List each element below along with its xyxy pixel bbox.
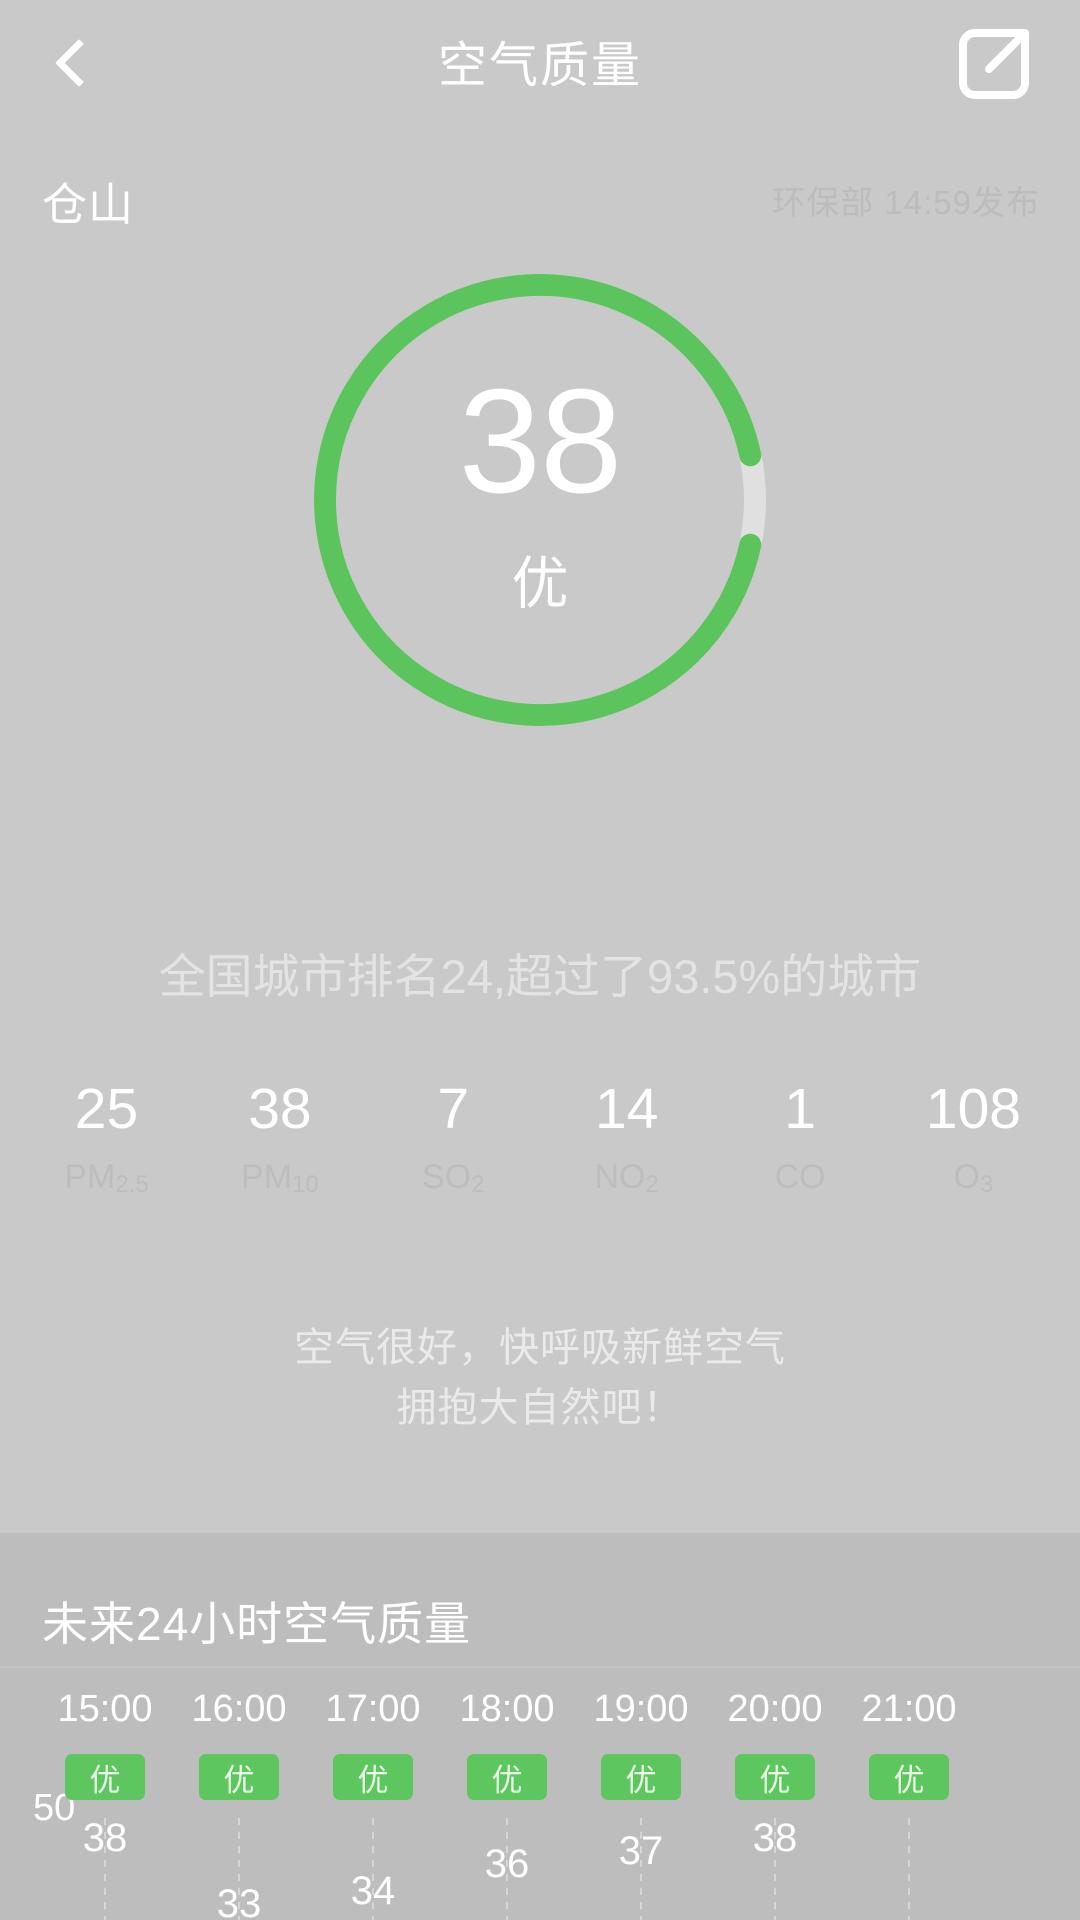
forecast-level-text: 优	[89, 1762, 121, 1798]
forecast-level-badge: 优	[199, 1754, 279, 1800]
pollutant-item: 25 PM2.5	[20, 1077, 193, 1198]
pollutant-label: PM2.5	[64, 1157, 149, 1198]
advice-line-2: 拥抱大自然吧！	[396, 1386, 684, 1430]
forecast-title: 未来24小时空气质量	[42, 1598, 472, 1650]
forecast-aqi-value: 33	[216, 1882, 262, 1920]
forecast-level-badge: 优	[869, 1754, 949, 1800]
aqi-gauge-center: 38 优	[265, 248, 815, 753]
pollutant-item: 38 PM10	[193, 1077, 366, 1198]
advice-line-1: 空气很好，快呼吸新鲜空气	[294, 1326, 786, 1370]
forecast-hour-label: 18:00	[459, 1688, 555, 1730]
pollutant-item: 14 NO2	[540, 1077, 713, 1198]
pollutant-item: 1 CO	[714, 1077, 887, 1197]
city-row: 仓山 环保部 14:59发布	[0, 168, 1080, 232]
advice-text: 空气很好，快呼吸新鲜空气 拥抱大自然吧！	[0, 1318, 1080, 1438]
forecast-level-badge: 优	[467, 1754, 547, 1800]
forecast-aqi-value: 38	[752, 1816, 798, 1860]
pollutant-label: CO	[774, 1157, 826, 1196]
external-link-icon	[959, 29, 1029, 99]
pollutant-value: 1	[784, 1077, 816, 1141]
air-quality-screen: 空气质量 仓山 环保部 14:59发布 38 优 全国城市排名24,超过了93.…	[0, 0, 1080, 1920]
forecast-level-badge: 优	[735, 1754, 815, 1800]
chart-gridline	[908, 1818, 910, 1920]
pollutant-label: O3	[953, 1157, 994, 1198]
pollutant-item: 7 SO2	[367, 1077, 540, 1198]
aqi-level: 优	[511, 551, 569, 616]
forecast-level-text: 优	[893, 1762, 925, 1798]
share-button[interactable]	[944, 14, 1044, 114]
forecast-hour-label: 20:00	[727, 1688, 823, 1730]
pollutant-value: 38	[248, 1077, 312, 1141]
pollutant-value: 7	[437, 1077, 470, 1141]
forecast-aqi-value: 34	[350, 1868, 396, 1913]
publisher-time: 环保部 14:59发布	[772, 184, 1040, 221]
forecast-aqi-value: 36	[484, 1842, 530, 1887]
forecast-level-text: 优	[357, 1762, 389, 1798]
city-name[interactable]: 仓山	[42, 168, 134, 233]
pollutant-value: 108	[925, 1077, 1021, 1141]
forecast-section: 未来24小时空气质量 50 15:00 优 38 16:00 优 33 17:00 优 34 18…	[0, 1533, 1080, 1920]
top-bar: 空气质量	[0, 0, 1080, 125]
forecast-level-badge: 优	[65, 1754, 145, 1800]
pollutant-value: 25	[74, 1077, 139, 1141]
forecast-aqi-value: 37	[618, 1829, 664, 1874]
forecast-level-text: 优	[625, 1762, 657, 1798]
pollutant-value: 14	[594, 1077, 659, 1141]
pollutant-item: 108 O3	[887, 1077, 1060, 1198]
pollutant-label: PM10	[241, 1157, 319, 1198]
forecast-level-text: 优	[759, 1762, 791, 1798]
page-title: 空气质量	[437, 39, 642, 93]
forecast-hour-label: 19:00	[593, 1688, 689, 1730]
forecast-level-text: 优	[491, 1762, 523, 1798]
hourly-forecast-row[interactable]: 15:00 优 38 16:00 优 33 17:00 优 34 18:00 优 36 19:00 优 37…	[0, 1668, 1080, 1920]
forecast-level-badge: 优	[601, 1754, 681, 1800]
forecast-hour-label: 15:00	[57, 1688, 153, 1730]
forecast-hour-label: 17:00	[325, 1688, 421, 1730]
city-rank-text: 全国城市排名24,超过了93.5%的城市	[158, 950, 922, 1003]
forecast-hour-label: 21:00	[861, 1688, 957, 1730]
pollutant-label: NO2	[594, 1157, 659, 1198]
aqi-gauge: 38 优	[265, 248, 815, 753]
pollutant-list: 25 PM2.5 38 PM10 7 SO2 14 NO2 1 CO 108 O3	[20, 1077, 1060, 1198]
forecast-level-text: 优	[223, 1762, 255, 1798]
forecast-hour-label: 16:00	[191, 1688, 287, 1730]
forecast-level-badge: 优	[333, 1754, 413, 1800]
pollutant-label: SO2	[422, 1157, 485, 1198]
forecast-aqi-value: 38	[82, 1816, 128, 1860]
aqi-value: 38	[458, 358, 623, 524]
hourly-aqi-chart[interactable]: 50 15:00 优 38 16:00 优 33 17:00 优 34 18:00 优 36 19:00…	[0, 1668, 1080, 1920]
